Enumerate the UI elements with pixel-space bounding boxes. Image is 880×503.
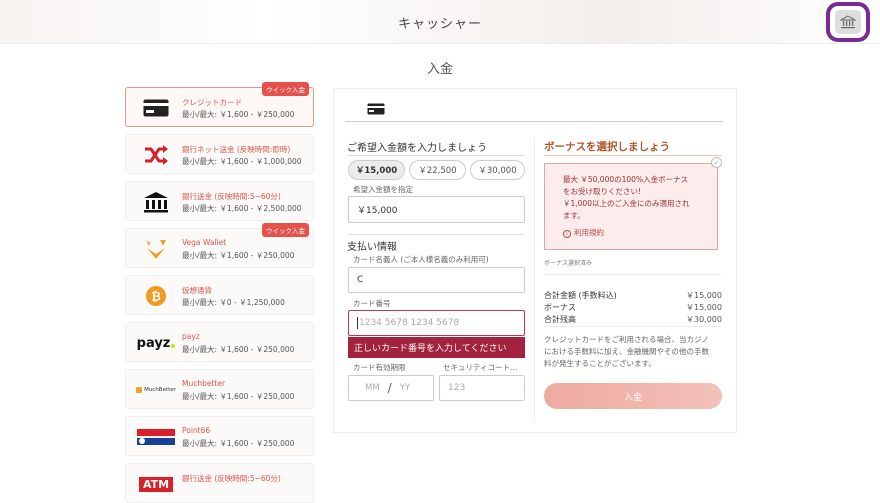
method-range: 最小/最大: ￥1,600 - ￥250,000 xyxy=(182,110,295,119)
method-muchbetter[interactable]: MuchBetter Muchbetter 最小/最大: ￥1,600 - ￥2… xyxy=(125,369,314,409)
divider xyxy=(544,155,722,156)
bonus-title: ボーナスを選択しましょう xyxy=(544,141,670,153)
summary-balance-row: 合計残高 ￥30,000 xyxy=(544,315,722,324)
holder-input[interactable]: C xyxy=(348,267,525,293)
card-number-label: カード番号 xyxy=(353,299,391,308)
bonus-description: 最大 ￥50,000の100%入金ボーナス をお受け取りください! ￥1,000… xyxy=(563,175,690,220)
holder-label: カード名義人 (ご本人様名義のみ利用可) xyxy=(353,255,489,264)
svg-text:₿: ₿ xyxy=(151,290,161,304)
bank-icon xyxy=(136,189,176,215)
fee-notice: クレジットカードをご利用される場合、当カジノ における手数料に加え、金融機関やそ… xyxy=(544,335,709,368)
summary-total-row: 合計金額 (手数料込) ￥15,000 xyxy=(544,291,722,300)
method-payz[interactable]: payz payz 最小/最大: ￥1,600 - ￥250,000 xyxy=(125,322,314,362)
cashier-header: キャッシャー xyxy=(0,0,880,44)
column-divider xyxy=(534,137,535,422)
credit-card-icon xyxy=(136,95,176,121)
expiry-label: カード有効期限 xyxy=(353,363,406,372)
quick-deposit-badge: ウイック入金 xyxy=(262,223,309,237)
method-name: Muchbetter xyxy=(182,379,226,388)
method-name: payz xyxy=(182,332,200,341)
card-number-error: 正しいカード番号を入力してください xyxy=(348,337,525,358)
expiry-input[interactable]: MM / YY xyxy=(348,375,434,401)
credit-card-icon xyxy=(367,100,385,119)
method-crypto[interactable]: ₿ 仮想通貨 最小/最大: ￥0 - ￥1,250,000 xyxy=(125,275,314,315)
card-number-input[interactable]: 1234 5678 1234 5678 xyxy=(348,310,525,336)
method-bank-net[interactable]: 銀行ネット送金 (反映時間:即時) 最小/最大: ￥1,600 - ￥1,000… xyxy=(125,134,314,174)
method-bank-transfer[interactable]: 銀行送金 (反映時間:5~60分) 最小/最大: ￥1,600 - ￥2,500… xyxy=(125,181,314,221)
method-name: クレジットカード xyxy=(182,98,242,107)
header-title: キャッシャー xyxy=(397,17,482,32)
expiry-year: YY xyxy=(399,383,411,393)
amount-option-22500[interactable]: ￥22,500 xyxy=(409,160,466,180)
bank-icon xyxy=(835,10,861,34)
method-point66[interactable]: Point66 最小/最大: ￥1,600 - ￥250,000 xyxy=(125,416,314,456)
payz-logo: payz xyxy=(136,330,176,356)
cvc-label: セキュリティコート… xyxy=(443,363,518,372)
page-title: 入金 xyxy=(426,62,453,77)
summary-bonus-row: ボーナス ￥15,000 xyxy=(544,303,722,312)
info-icon: i xyxy=(563,230,571,238)
method-atm[interactable]: ATM 銀行送金 (反映時間:5~60分) xyxy=(125,463,314,503)
amount-input[interactable]: ￥15,000 xyxy=(348,196,525,223)
method-name: 仮想通貨 xyxy=(182,286,212,295)
method-name: 銀行ネット送金 (反映時間:即時) xyxy=(182,145,291,154)
amount-label: 希望入金額を指定 xyxy=(353,185,413,194)
cvc-input[interactable]: 123 xyxy=(439,375,525,401)
point66-logo xyxy=(136,424,176,450)
amount-heading: ご希望入金額を入力しましょう xyxy=(347,143,487,154)
expiry-separator: / xyxy=(387,381,392,395)
method-range: 最小/最大: ￥1,600 - ￥250,000 xyxy=(182,345,295,354)
muchbetter-logo: MuchBetter xyxy=(136,377,176,403)
quick-deposit-badge: ウイック入金 xyxy=(262,82,309,96)
method-name: Point66 xyxy=(182,426,211,435)
payment-heading: 支払い情報 xyxy=(347,242,397,253)
amount-option-15000[interactable]: ￥15,000 xyxy=(348,160,405,180)
bitcoin-icon: ₿ xyxy=(136,283,176,309)
method-range: 最小/最大: ￥1,600 - ￥250,000 xyxy=(182,439,295,448)
divider xyxy=(544,326,722,327)
divider xyxy=(347,155,525,156)
method-range: 最小/最大: ￥0 - ￥1,250,000 xyxy=(182,298,285,307)
divider xyxy=(544,274,722,275)
shuffle-icon xyxy=(136,142,176,168)
text-cursor xyxy=(357,317,358,329)
home-button[interactable] xyxy=(826,2,870,42)
atm-logo: ATM xyxy=(136,471,176,497)
check-icon[interactable]: ✓ xyxy=(711,157,722,168)
divider xyxy=(347,234,525,235)
amount-option-30000[interactable]: ￥30,000 xyxy=(470,160,525,180)
expiry-month: MM xyxy=(365,383,380,393)
method-range: 最小/最大: ￥1,600 - ￥1,000,000 xyxy=(182,157,302,166)
deposit-submit-button[interactable]: 入金 xyxy=(544,383,722,409)
card-number-placeholder: 1234 5678 1234 5678 xyxy=(359,318,460,328)
terms-link[interactable]: i 利用規約 xyxy=(563,227,604,238)
method-range: 最小/最大: ￥1,600 - ￥250,000 xyxy=(182,251,295,260)
method-credit-card[interactable]: クレジットカード 最小/最大: ￥1,600 - ￥250,000 ウイック入金 xyxy=(125,82,314,127)
vega-wallet-icon xyxy=(136,236,176,262)
card-tab[interactable] xyxy=(345,92,723,122)
method-name: Vega Wallet xyxy=(182,238,227,247)
method-range: 最小/最大: ￥1,600 - ￥250,000 xyxy=(182,392,295,401)
method-name: 銀行送金 (反映時間:5~60分) xyxy=(182,192,281,201)
method-name: 銀行送金 (反映時間:5~60分) xyxy=(182,474,281,483)
bonus-selected-note: ボーナス選択済み xyxy=(544,260,593,267)
method-vega-wallet[interactable]: Vega Wallet 最小/最大: ￥1,600 - ￥250,000 ウイッ… xyxy=(125,223,314,268)
method-range: 最小/最大: ￥1,600 - ￥2,500,000 xyxy=(182,204,302,213)
